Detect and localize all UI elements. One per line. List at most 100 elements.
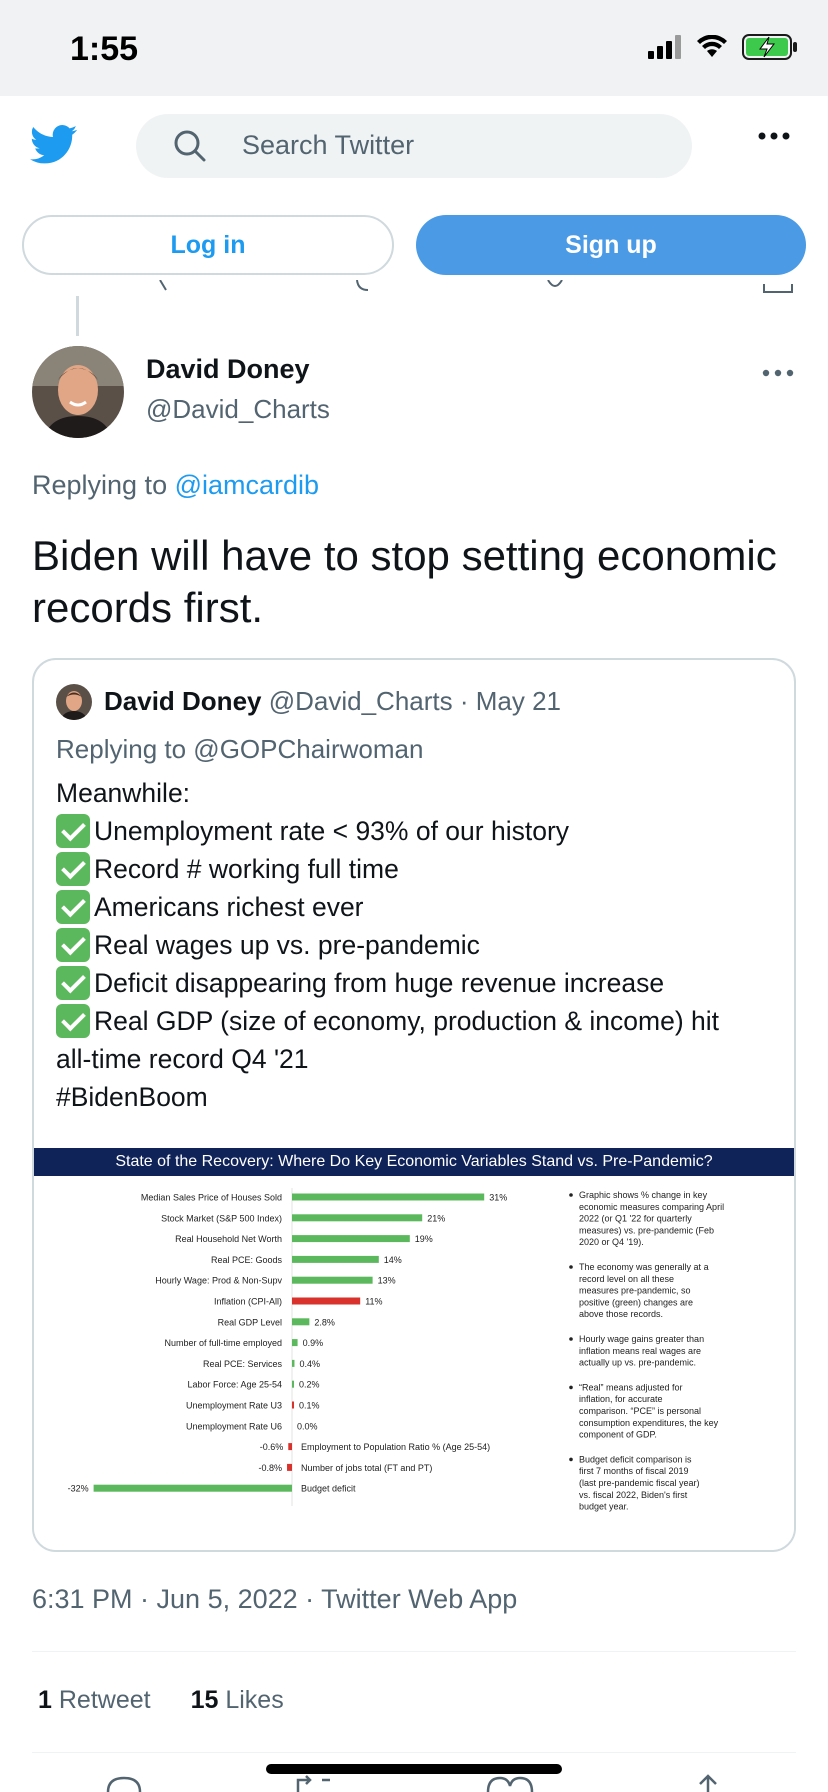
chart-value-label: -32% (68, 1484, 89, 1494)
quoted-meta: @David_Charts · May 21 (268, 686, 562, 716)
chart-value-label: 14% (384, 1255, 402, 1265)
chart-bar (292, 1235, 410, 1243)
list-item-text: Real wages up vs. pre-pandemic (94, 930, 480, 960)
check-mark-icon (56, 852, 90, 886)
chart-note: Hourly wage gains greater than inflation … (579, 1334, 704, 1368)
list-item-continuation: all-time record Q4 '21 (56, 1044, 309, 1074)
thread-line (76, 296, 79, 336)
chart-value-label: 0.9% (303, 1338, 324, 1348)
likes-stat[interactable]: 15 Likes (191, 1686, 284, 1715)
chart-bar (292, 1318, 310, 1326)
chart-image[interactable]: State of the Recovery: Where Do Key Econ… (34, 1148, 794, 1550)
reply-icon (106, 1776, 142, 1792)
home-indicator (266, 1764, 562, 1774)
list-item-text: Americans richest ever (94, 892, 364, 922)
cellular-signal-icon (648, 35, 681, 59)
replying-mention-link[interactable]: @iamcardib (175, 470, 319, 500)
chart-category-label: Unemployment Rate U6 (186, 1421, 282, 1431)
tweet-actions-icons (106, 1774, 717, 1792)
chart-value-label: 11% (365, 1297, 382, 1307)
tweet-timestamp[interactable]: 6:31 PM · Jun 5, 2022 · Twitter Web App (32, 1584, 517, 1615)
divider (32, 1752, 796, 1753)
chart-bar (287, 1463, 292, 1471)
list-item-text: Real GDP (size of economy, production & … (94, 1006, 719, 1036)
author-name[interactable]: David Doney (146, 354, 310, 385)
chart-value-label: 21% (427, 1213, 445, 1223)
chart-note-bullet (569, 1337, 573, 1341)
status-time: 1:55 (70, 30, 139, 68)
more-options-icon[interactable] (756, 126, 792, 146)
list-item: Real GDP (size of economy, production & … (56, 1002, 776, 1040)
hashtag-link[interactable]: #BidenBoom (56, 1078, 776, 1116)
chart-value-label: -0.6% (260, 1442, 284, 1452)
list-item-text: Deficit disappearing from huge revenue i… (94, 968, 665, 998)
quoted-body: Meanwhile: Unemployment rate < 93% of ou… (56, 774, 776, 1116)
chart-value-label: 13% (378, 1276, 396, 1286)
chart-category-label: Hourly Wage: Prod & Non-Supv (155, 1276, 282, 1286)
quoted-header: David Doney @David_Charts · May 21 (104, 686, 561, 717)
chart-note: Graphic shows % change in key economic me… (579, 1190, 724, 1247)
chart-value-label: 31% (489, 1193, 507, 1203)
chart-bar (292, 1255, 379, 1263)
chart-note: The economy was generally at a record lev… (579, 1262, 709, 1319)
chart-value-label: 0.4% (299, 1359, 320, 1369)
status-icons (648, 34, 798, 60)
wifi-icon (697, 35, 727, 57)
likes-count: 15 (190, 1686, 219, 1714)
login-button[interactable]: Log in (22, 215, 394, 275)
chart-category-label: Number of jobs total (FT and PT) (301, 1463, 432, 1473)
chart-note-bullet (569, 1265, 573, 1269)
list-item: Real wages up vs. pre-pandemic (56, 926, 776, 964)
replying-prefix: Replying to (32, 470, 168, 500)
chart-value-label: 19% (415, 1234, 433, 1244)
check-mark-icon (56, 890, 90, 924)
chart-bar (292, 1193, 485, 1201)
chart-bar (292, 1401, 294, 1409)
check-mark-icon (56, 814, 90, 848)
search-input[interactable]: Search Twitter (136, 114, 692, 178)
chart-bar (292, 1276, 373, 1284)
status-bar: 1:55 (0, 0, 828, 96)
chart-bar (292, 1339, 298, 1347)
chart-note: Budget deficit comparison is first 7 mont… (579, 1454, 700, 1511)
twitter-bird-icon[interactable] (30, 124, 78, 166)
chart-note-bullet (569, 1457, 573, 1462)
quoted-avatar-image (56, 684, 92, 720)
chart-title: State of the Recovery: Where Do Key Econ… (34, 1148, 794, 1176)
chart-note-bullet (569, 1193, 573, 1197)
quoted-tweet[interactable]: David Doney @David_Charts · May 21 Reply… (32, 658, 796, 1552)
list-item-text: Unemployment rate < 93% of our history (94, 816, 570, 846)
list-item: Deficit disappearing from huge revenue i… (56, 964, 776, 1002)
tweet-more-icon[interactable] (762, 366, 794, 380)
auth-bar: Log in Sign up (0, 206, 828, 280)
chart-bar (288, 1443, 292, 1451)
chart-value-label: 2.8% (314, 1317, 335, 1327)
chart-bar (292, 1214, 423, 1222)
tweet-stats: 1 Retweet 15 Likes (38, 1686, 284, 1715)
previous-tweet-actions (0, 280, 828, 300)
list-item: Unemployment rate < 93% of our history (56, 812, 776, 850)
list-item: Americans richest ever (56, 888, 776, 926)
share-icon (699, 1774, 717, 1792)
chart-category-label: Employment to Population Ratio % (Age 25… (301, 1442, 490, 1452)
chart-svg: Median Sales Price of Houses Sold 31% Stoc… (68, 1188, 724, 1512)
chart-category-label: Real PCE: Services (203, 1359, 283, 1369)
author-handle[interactable]: @David_Charts (146, 394, 330, 425)
chart-bar (93, 1484, 292, 1492)
chart-category-label: Real GDP Level (218, 1317, 282, 1327)
tweet-text: Biden will have to stop setting economic… (32, 532, 777, 631)
chart-category-label: Labor Force: Age 25-54 (187, 1380, 282, 1390)
list-item-text: Record # working full time (94, 854, 399, 884)
retweets-stat[interactable]: 1 Retweet (38, 1686, 151, 1715)
check-mark-icon (56, 1004, 90, 1038)
chart-value-label: 0.2% (299, 1380, 320, 1390)
retweets-label: Retweet (58, 1686, 151, 1714)
avatar-image (32, 346, 124, 438)
search-icon (174, 130, 206, 162)
chart-bar (292, 1380, 294, 1388)
avatar[interactable] (32, 346, 124, 438)
divider (32, 1651, 796, 1652)
like-icon (486, 1776, 534, 1792)
battery-charging-icon (742, 34, 797, 60)
signup-button[interactable]: Sign up (416, 215, 806, 275)
